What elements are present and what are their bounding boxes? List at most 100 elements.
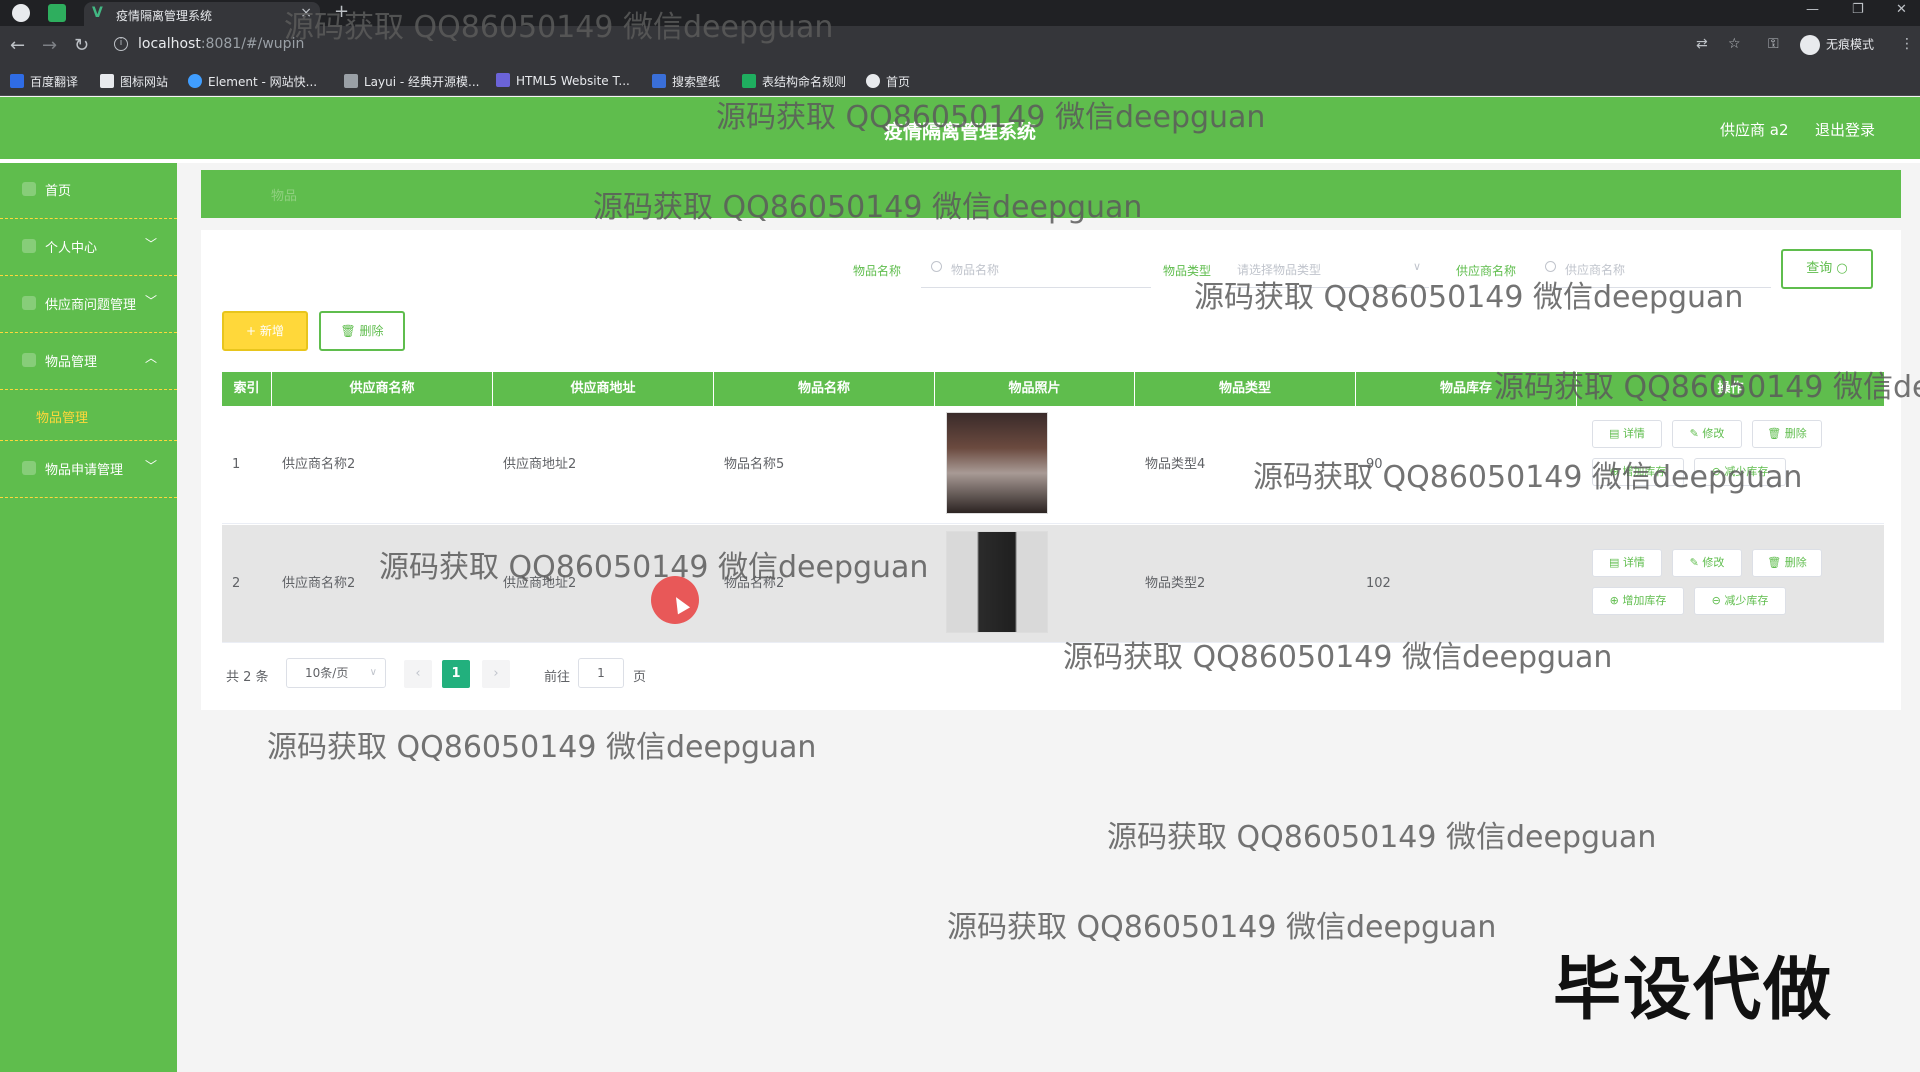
- query-button[interactable]: 查询 ○: [1781, 249, 1873, 289]
- bookmark-item[interactable]: 首页: [866, 73, 910, 90]
- browser-tab-active[interactable]: V 疫情隔离管理系统 ×: [84, 2, 320, 26]
- breadcrumb[interactable]: 物品: [271, 185, 297, 204]
- sidebar-subitem-goods-management[interactable]: 物品管理: [0, 391, 177, 441]
- goods-photo[interactable]: [946, 412, 1048, 514]
- delete-button-label: 删除: [359, 324, 384, 338]
- search-type-placeholder: 请选择物品类型: [1237, 263, 1322, 277]
- column-header[interactable]: 供应商名称: [272, 372, 493, 406]
- forward-icon[interactable]: →: [42, 35, 57, 56]
- delete-button[interactable]: 🗑 删除: [319, 311, 405, 351]
- key-icon[interactable]: ⚿: [1768, 36, 1779, 52]
- column-header[interactable]: 索引: [222, 372, 272, 406]
- restore-icon[interactable]: ❐: [1852, 2, 1864, 17]
- search-name-input[interactable]: 物品名称: [921, 250, 1151, 288]
- row-delete-button[interactable]: 🗑 删除: [1752, 420, 1822, 448]
- form-icon: [22, 461, 36, 475]
- document-icon: ▤: [1609, 427, 1623, 440]
- reduce-stock-button[interactable]: ⊖ 减少库存: [1694, 458, 1786, 486]
- chevron-down-icon: ﹀: [144, 459, 157, 473]
- translate-bookmark-icon: [10, 74, 24, 88]
- detail-button[interactable]: ▤ 详情: [1592, 420, 1662, 448]
- bookmark-label: Layui - 经典开源模...: [364, 75, 480, 89]
- search-type-select[interactable]: 请选择物品类型 ∨: [1229, 250, 1429, 288]
- add-stock-button[interactable]: ⊕ 增加库存: [1592, 458, 1684, 486]
- column-header[interactable]: 物品库存: [1356, 372, 1577, 406]
- sidebar-item-goods[interactable]: 物品管理 ︿: [0, 334, 177, 390]
- bookmark-item[interactable]: 图标网站: [100, 73, 168, 90]
- reload-icon[interactable]: ↻: [74, 35, 89, 56]
- goods-photo[interactable]: [946, 531, 1048, 633]
- bookmark-item[interactable]: HTML5 Website T...: [496, 73, 630, 88]
- table-row[interactable]: 1 供应商名称2 供应商地址2 物品名称5 物品类型4 90 ▤ 详情 ✎ 修改…: [222, 406, 1884, 524]
- close-tab-icon[interactable]: ×: [300, 5, 312, 21]
- add-button[interactable]: + 新增: [222, 311, 308, 351]
- minimize-icon[interactable]: —: [1806, 2, 1819, 17]
- table-header: 索引 供应商名称 供应商地址 物品名称 物品照片 物品类型 物品库存 操作: [222, 372, 1884, 406]
- bookmark-item[interactable]: 搜索壁纸: [652, 73, 720, 90]
- cell-address: 供应商地址2: [503, 457, 577, 472]
- incognito-indicator[interactable]: 无痕模式: [1800, 35, 1874, 55]
- column-header[interactable]: 物品照片: [935, 372, 1135, 406]
- reduce-stock-button[interactable]: ⊖ 减少库存: [1694, 587, 1786, 615]
- search-icon: [1545, 261, 1556, 272]
- next-page-button[interactable]: ›: [482, 660, 510, 688]
- sidebar-item-supplier-issues[interactable]: 供应商问题管理 ﹀: [0, 277, 177, 333]
- browser-menu-icon[interactable]: ⋮: [1900, 36, 1914, 52]
- window-close-icon[interactable]: ✕: [1896, 2, 1907, 17]
- site-info-icon[interactable]: i: [114, 37, 128, 51]
- edit-button[interactable]: ✎ 修改: [1672, 420, 1742, 448]
- sidebar-item-goods-application[interactable]: 物品申请管理 ﹀: [0, 442, 177, 498]
- url-field[interactable]: i localhost:8081/#/wupin: [106, 30, 1666, 60]
- bookmark-star-icon[interactable]: ☆: [1728, 36, 1741, 52]
- new-tab-icon[interactable]: +: [334, 1, 349, 22]
- goto-page-input[interactable]: 1: [578, 658, 624, 688]
- pagination: 共 2 条 10条/页 ∨ ‹ 1 › 前往 1 页: [222, 658, 822, 690]
- edit-button[interactable]: ✎ 修改: [1672, 549, 1742, 577]
- question-icon: [22, 296, 36, 310]
- search-icon: ○: [1836, 261, 1848, 276]
- column-header[interactable]: 物品名称: [714, 372, 935, 406]
- bookmark-item[interactable]: 百度翻译: [10, 73, 78, 90]
- sidebar: 首页 个人中心 ﹀ 供应商问题管理 ﹀ 物品管理 ︿ 物品管理 物品申请管理 ﹀: [0, 163, 177, 1072]
- sidebar-item-personal-center[interactable]: 个人中心 ﹀: [0, 220, 177, 276]
- back-icon[interactable]: ←: [10, 35, 25, 56]
- reduce-stock-label: 减少库存: [1724, 594, 1769, 607]
- pagination-total: 共 2 条: [226, 670, 269, 685]
- url-host: localhost: [138, 36, 201, 52]
- prev-page-button[interactable]: ‹: [404, 660, 432, 688]
- content-card: 物品名称 物品名称 物品类型 请选择物品类型 ∨ 供应商名称 供应商名称 查询 …: [201, 230, 1901, 710]
- cell-supplier: 供应商名称2: [282, 457, 356, 472]
- row-delete-button[interactable]: 🗑 删除: [1752, 549, 1822, 577]
- app-title: 疫情隔离管理系统: [883, 121, 1036, 143]
- bookmark-item[interactable]: 表结构命名规则: [742, 73, 846, 90]
- vue-logo-icon: V: [92, 5, 103, 21]
- address-bar: ← → ↻ i localhost:8081/#/wupin ⇄ ☆ ⚿ 无痕模…: [0, 26, 1920, 66]
- detail-button[interactable]: ▤ 详情: [1592, 549, 1662, 577]
- translate-icon[interactable]: ⇄: [1696, 36, 1708, 52]
- edit-label: 修改: [1702, 427, 1725, 440]
- pencil-icon: ✎: [1689, 427, 1703, 440]
- bookmark-item[interactable]: Element - 网站快...: [188, 73, 317, 90]
- query-button-label: 查询: [1806, 261, 1833, 276]
- watermark-text: 源码获取 QQ86050149 微信deepguan: [1107, 820, 1657, 855]
- browser-tab-bar: V 疫情隔离管理系统 × + — ❐ ✕: [0, 0, 1920, 26]
- url-path: :8081/#/wupin: [200, 36, 305, 52]
- plus-circle-icon: ⊕: [1609, 594, 1623, 607]
- sidebar-subitem-label: 物品管理: [36, 411, 89, 426]
- column-header[interactable]: 供应商地址: [493, 372, 714, 406]
- detail-label: 详情: [1622, 556, 1645, 569]
- page-size-value: 10条/页: [305, 666, 349, 680]
- search-supplier-input[interactable]: 供应商名称: [1535, 250, 1771, 288]
- column-header[interactable]: 物品类型: [1135, 372, 1356, 406]
- sidebar-item-home[interactable]: 首页: [0, 163, 177, 219]
- page-size-select[interactable]: 10条/页 ∨: [286, 658, 386, 688]
- bookmark-label: 表结构命名规则: [762, 75, 847, 89]
- pinned-tab-icon[interactable]: [48, 4, 66, 22]
- page-number-current[interactable]: 1: [442, 660, 470, 688]
- logout-link[interactable]: 退出登录: [1815, 119, 1875, 140]
- minus-circle-icon: ⊖: [1711, 594, 1725, 607]
- bookmark-item[interactable]: Layui - 经典开源模...: [344, 73, 479, 90]
- table-row[interactable]: 2 供应商名称2 供应商地址2 物品名称2 物品类型2 102 ▤ 详情 ✎ 修…: [222, 525, 1884, 643]
- page-suffix-label: 页: [633, 670, 647, 685]
- add-stock-button[interactable]: ⊕ 增加库存: [1592, 587, 1684, 615]
